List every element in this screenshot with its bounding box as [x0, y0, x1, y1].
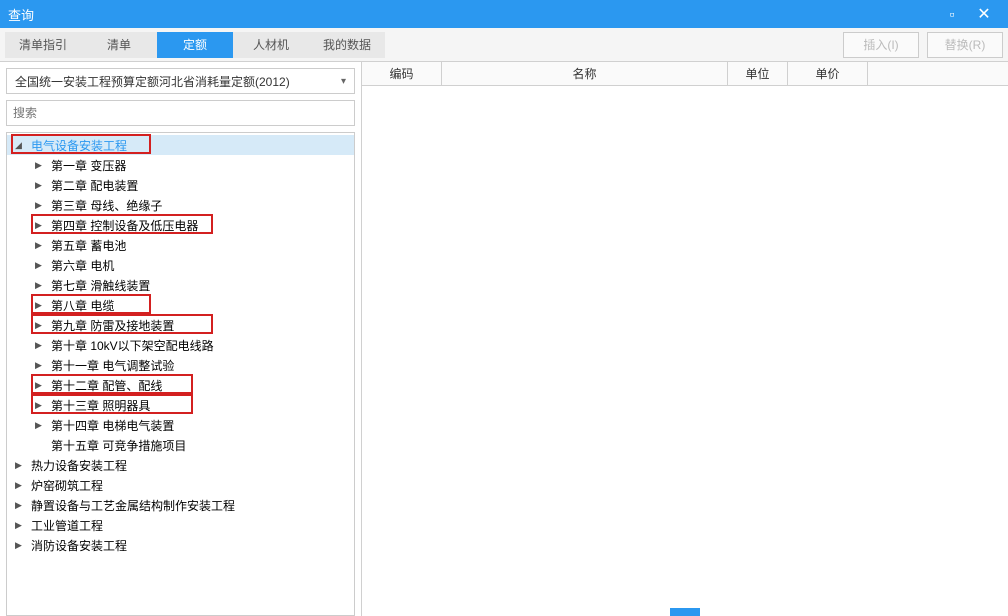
- arrow-right-icon[interactable]: ▶: [35, 200, 47, 211]
- chevron-down-icon: ▾: [341, 76, 346, 87]
- close-icon[interactable]: ✕: [968, 4, 1000, 24]
- tree-item[interactable]: ▶ 第三章 母线、绝缘子: [7, 195, 354, 215]
- tabs: 清单指引清单定额人材机我的数据: [5, 32, 385, 58]
- tree-item-label: 第十章 10kV以下架空配电线路: [51, 337, 214, 354]
- col-name[interactable]: 名称: [442, 62, 728, 85]
- arrow-right-icon[interactable]: ▶: [35, 180, 47, 191]
- tree-item[interactable]: ▶ 第十四章 电梯电气装置: [7, 415, 354, 435]
- tree-item[interactable]: ▶ 第十一章 电气调整试验: [7, 355, 354, 375]
- arrow-right-icon[interactable]: ▶: [35, 360, 47, 371]
- left-pane: 全国统一安装工程预算定额河北省消耗量定额(2012) ▾ ◢ 电气设备安装工程 ▶ 第…: [0, 62, 362, 616]
- tree-item-label: 静置设备与工艺金属结构制作安装工程: [31, 497, 235, 514]
- tree-item-label: 第七章 滑触线装置: [51, 277, 150, 294]
- tree-item[interactable]: ◢ 电气设备安装工程: [7, 135, 354, 155]
- tree-item[interactable]: ▶ 第四章 控制设备及低压电器: [7, 215, 354, 235]
- arrow-right-icon[interactable]: ▶: [35, 400, 47, 411]
- tree[interactable]: ◢ 电气设备安装工程 ▶ 第一章 变压器 ▶ 第二章 配电装置 ▶ 第三章 母线、绝缘子 ▶ 第四…: [6, 132, 355, 616]
- expand-handle-icon[interactable]: [670, 608, 700, 616]
- tree-item-label: 工业管道工程: [31, 517, 103, 534]
- tree-item-label: 第十四章 电梯电气装置: [51, 417, 174, 434]
- tree-item[interactable]: ▶ 炉窑砌筑工程: [7, 475, 354, 495]
- grid-header: 编码 名称 单位 单价: [362, 62, 1008, 86]
- tab-0[interactable]: 清单指引: [5, 32, 81, 58]
- col-unit[interactable]: 单位: [728, 62, 788, 85]
- tree-item[interactable]: ▶ 第九章 防雷及接地装置: [7, 315, 354, 335]
- tree-item-label: 第十三章 照明器具: [51, 397, 150, 414]
- replace-button[interactable]: 替换(R): [927, 32, 1003, 58]
- tree-item[interactable]: 第十五章 可竞争措施项目: [7, 435, 354, 455]
- arrow-right-icon[interactable]: ▶: [15, 500, 27, 511]
- tree-item-label: 第十一章 电气调整试验: [51, 357, 174, 374]
- tree-item-label: 炉窑砌筑工程: [31, 477, 103, 494]
- col-code[interactable]: 编码: [362, 62, 442, 85]
- tree-item-label: 第八章 电缆: [51, 297, 114, 314]
- toolbar: 清单指引清单定额人材机我的数据 插入(I) 替换(R): [0, 28, 1008, 62]
- arrow-right-icon[interactable]: ▶: [35, 340, 47, 351]
- tree-item-label: 第四章 控制设备及低压电器: [51, 217, 198, 234]
- tree-item[interactable]: ▶ 第一章 变压器: [7, 155, 354, 175]
- quota-dropdown[interactable]: 全国统一安装工程预算定额河北省消耗量定额(2012) ▾: [6, 68, 355, 94]
- tree-item[interactable]: ▶ 热力设备安装工程: [7, 455, 354, 475]
- tree-item-label: 消防设备安装工程: [31, 537, 127, 554]
- col-price[interactable]: 单价: [788, 62, 868, 85]
- search-input-wrap[interactable]: [6, 100, 355, 126]
- arrow-right-icon[interactable]: ▶: [15, 520, 27, 531]
- insert-button[interactable]: 插入(I): [843, 32, 919, 58]
- arrow-down-icon[interactable]: ◢: [15, 140, 27, 151]
- titlebar: 查询 ▫ ✕: [0, 0, 1008, 28]
- arrow-right-icon[interactable]: ▶: [15, 480, 27, 491]
- tab-3[interactable]: 人材机: [233, 32, 309, 58]
- right-pane: 编码 名称 单位 单价: [362, 62, 1008, 616]
- arrow-right-icon[interactable]: ▶: [35, 380, 47, 391]
- tree-item[interactable]: ▶ 消防设备安装工程: [7, 535, 354, 555]
- arrow-right-icon[interactable]: ▶: [35, 220, 47, 231]
- tab-2[interactable]: 定额: [157, 32, 233, 58]
- arrow-right-icon[interactable]: ▶: [35, 300, 47, 311]
- tree-item-label: 第十五章 可竞争措施项目: [51, 437, 186, 454]
- window-title: 查询: [8, 5, 936, 24]
- main: 全国统一安装工程预算定额河北省消耗量定额(2012) ▾ ◢ 电气设备安装工程 ▶ 第…: [0, 62, 1008, 616]
- arrow-right-icon[interactable]: ▶: [35, 320, 47, 331]
- tree-item[interactable]: ▶ 第七章 滑触线装置: [7, 275, 354, 295]
- arrow-right-icon[interactable]: ▶: [35, 420, 47, 431]
- minimize-icon[interactable]: ▫: [936, 6, 968, 22]
- tree-item-label: 第三章 母线、绝缘子: [51, 197, 162, 214]
- dropdown-value: 全国统一安装工程预算定额河北省消耗量定额(2012): [15, 73, 341, 90]
- tree-item-label: 电气设备安装工程: [31, 137, 127, 154]
- tab-1[interactable]: 清单: [81, 32, 157, 58]
- tree-item-label: 第五章 蓄电池: [51, 237, 126, 254]
- grid-body: [362, 86, 1008, 616]
- arrow-right-icon[interactable]: ▶: [35, 240, 47, 251]
- tree-item-label: 第六章 电机: [51, 257, 114, 274]
- tree-item[interactable]: ▶ 第十章 10kV以下架空配电线路: [7, 335, 354, 355]
- tree-item-label: 第九章 防雷及接地装置: [51, 317, 174, 334]
- col-empty: [868, 62, 1008, 85]
- tree-item[interactable]: ▶ 第二章 配电装置: [7, 175, 354, 195]
- tree-item-label: 热力设备安装工程: [31, 457, 127, 474]
- tree-item[interactable]: ▶ 第六章 电机: [7, 255, 354, 275]
- tree-item[interactable]: ▶ 第五章 蓄电池: [7, 235, 354, 255]
- arrow-right-icon[interactable]: ▶: [15, 540, 27, 551]
- arrow-right-icon[interactable]: ▶: [35, 280, 47, 291]
- tree-item-label: 第二章 配电装置: [51, 177, 138, 194]
- tree-item[interactable]: ▶ 第八章 电缆: [7, 295, 354, 315]
- tree-item[interactable]: ▶ 第十三章 照明器具: [7, 395, 354, 415]
- tree-item-label: 第十二章 配管、配线: [51, 377, 162, 394]
- search-input[interactable]: [13, 106, 348, 120]
- tab-4[interactable]: 我的数据: [309, 32, 385, 58]
- tree-item[interactable]: ▶ 工业管道工程: [7, 515, 354, 535]
- arrow-right-icon[interactable]: ▶: [15, 460, 27, 471]
- arrow-right-icon[interactable]: ▶: [35, 260, 47, 271]
- tree-item[interactable]: ▶ 第十二章 配管、配线: [7, 375, 354, 395]
- tree-item[interactable]: ▶ 静置设备与工艺金属结构制作安装工程: [7, 495, 354, 515]
- arrow-right-icon[interactable]: ▶: [35, 160, 47, 171]
- tree-item-label: 第一章 变压器: [51, 157, 126, 174]
